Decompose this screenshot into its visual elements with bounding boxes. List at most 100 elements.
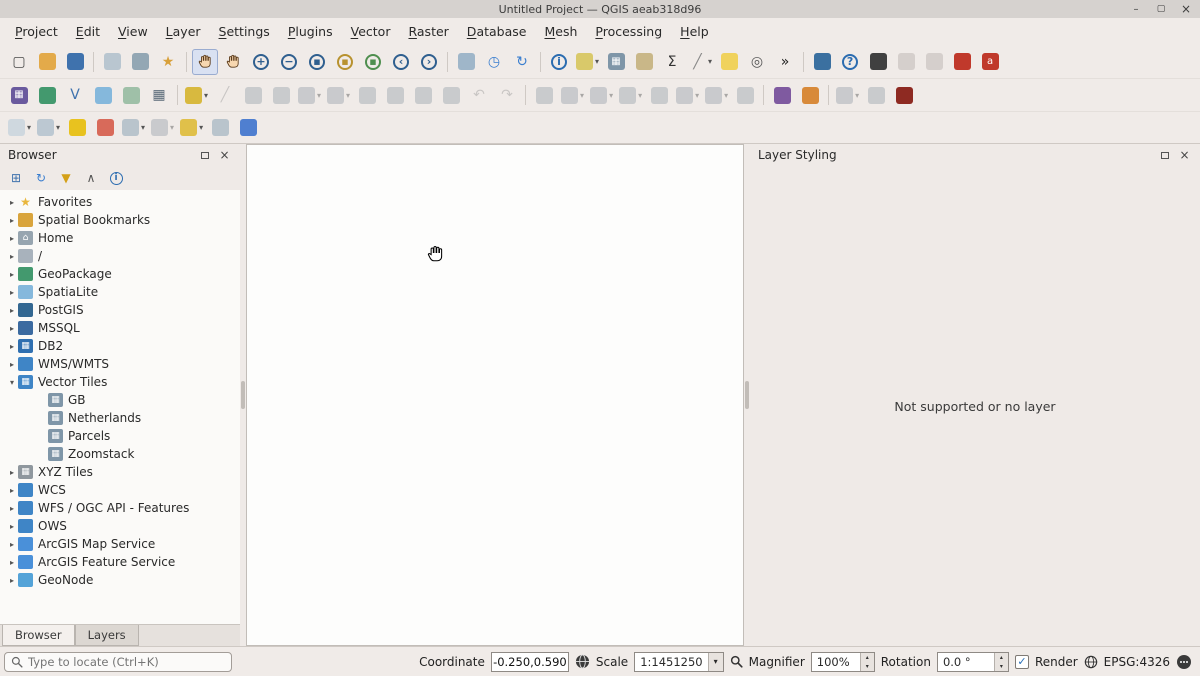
dropdown-arrow-icon[interactable] xyxy=(595,57,599,66)
dropdown-arrow-icon[interactable] xyxy=(141,123,145,132)
help-contents[interactable]: ? xyxy=(837,49,863,75)
reshape-features[interactable] xyxy=(531,82,557,108)
zoom-last[interactable]: ‹ xyxy=(388,49,414,75)
new-3d-map-view[interactable] xyxy=(453,49,479,75)
expand-arrow-icon[interactable]: ▸ xyxy=(6,558,18,567)
add-feature[interactable] xyxy=(268,82,294,108)
python-console[interactable] xyxy=(809,49,835,75)
dropdown-arrow-icon[interactable] xyxy=(346,91,350,100)
tree-item-gb[interactable]: ▦ GB xyxy=(0,391,240,409)
cut-features[interactable] xyxy=(382,82,408,108)
menu-item[interactable]: View xyxy=(109,21,157,42)
zoom-native-resolution[interactable]: ◎ xyxy=(744,49,770,75)
dropdown-arrow-icon[interactable] xyxy=(27,123,31,132)
style-manager[interactable]: ★ xyxy=(155,49,181,75)
rotate-feature[interactable] xyxy=(617,82,644,108)
new-shapefile-layer[interactable]: V xyxy=(62,82,88,108)
dropdown-arrow-icon[interactable] xyxy=(609,91,613,100)
new-virtual-layer[interactable]: ▦ xyxy=(146,82,172,108)
zoom-out[interactable]: − xyxy=(276,49,302,75)
close-panel-icon[interactable] xyxy=(1177,148,1192,163)
crs-button[interactable]: EPSG:4326 xyxy=(1104,655,1170,669)
vertex-tool[interactable] xyxy=(296,82,323,108)
dropdown-arrow-icon[interactable] xyxy=(724,91,728,100)
trim-extend[interactable] xyxy=(732,82,758,108)
tree-item-wfs[interactable]: ▸ WFS / OGC API - Features xyxy=(0,499,240,517)
paste-features[interactable] xyxy=(438,82,464,108)
rotation-value[interactable]: 0.0 ° xyxy=(938,655,994,669)
rotation-spinbox[interactable]: 0.0 ° xyxy=(937,652,1009,672)
new-mesh-layer[interactable] xyxy=(118,82,144,108)
scale-dropdown-icon[interactable] xyxy=(708,653,723,671)
locate-search-box[interactable] xyxy=(4,652,232,672)
flag-plugin[interactable] xyxy=(769,82,795,108)
simplify-feature[interactable] xyxy=(646,82,672,108)
menu-item[interactable]: Layer xyxy=(157,21,210,42)
menu-item[interactable]: Help xyxy=(671,21,718,42)
zoom-to-layer[interactable]: ▪ xyxy=(360,49,386,75)
measure-line[interactable]: ╱ xyxy=(687,49,714,75)
open-data-source-manager[interactable]: ▦ xyxy=(6,82,32,108)
spin-up-icon[interactable] xyxy=(861,653,874,662)
expand-arrow-icon[interactable]: ▸ xyxy=(6,360,18,369)
map-tips[interactable] xyxy=(716,49,742,75)
tree-item-home[interactable]: ▸ ⌂ Home xyxy=(0,229,240,247)
topology-plugin[interactable] xyxy=(891,82,917,108)
close-button[interactable] xyxy=(1180,2,1192,16)
maximize-button[interactable] xyxy=(1155,2,1167,16)
tree-item-spatial-bookmarks[interactable]: ▸ Spatial Bookmarks xyxy=(0,211,240,229)
tree-item-postgis[interactable]: ▸ PostGIS xyxy=(0,301,240,319)
menu-item[interactable]: Settings xyxy=(210,21,279,42)
vertex-editor-panel[interactable] xyxy=(834,82,861,108)
tree-item-wcs[interactable]: ▸ WCS xyxy=(0,481,240,499)
messages-button[interactable] xyxy=(1176,654,1192,670)
expand-arrow-icon[interactable]: ▸ xyxy=(6,576,18,585)
tree-item-wms-wmts[interactable]: ▸ WMS/WMTS xyxy=(0,355,240,373)
tree-item-root-folder[interactable]: ▸ / xyxy=(0,247,240,265)
toolbar-overflow[interactable]: » xyxy=(772,49,798,75)
tree-item-favorites[interactable]: ▸ ★ Favorites xyxy=(0,193,240,211)
show-layout-manager[interactable] xyxy=(127,49,153,75)
tab-layers[interactable]: Layers xyxy=(75,625,139,646)
expand-arrow-icon[interactable]: ▸ xyxy=(6,252,18,261)
redo[interactable]: ↷ xyxy=(494,82,520,108)
identify-features[interactable]: i xyxy=(546,49,572,75)
refresh-map[interactable]: ↻ xyxy=(509,49,535,75)
tree-item-spatialite[interactable]: ▸ SpatiaLite xyxy=(0,283,240,301)
expand-arrow-icon[interactable]: ▸ xyxy=(6,234,18,243)
current-edits[interactable] xyxy=(183,82,210,108)
tree-item-arcgis-map-service[interactable]: ▸ ArcGIS Map Service xyxy=(0,535,240,553)
map-canvas[interactable] xyxy=(246,144,744,646)
plugin-tool-1[interactable] xyxy=(893,49,919,75)
zoom-full[interactable]: ▪ xyxy=(304,49,330,75)
tree-item-geopackage[interactable]: ▸ GeoPackage xyxy=(0,265,240,283)
save-layer-edits[interactable] xyxy=(240,82,266,108)
expand-arrow-icon[interactable]: ▸ xyxy=(6,198,18,207)
tree-item-geonode[interactable]: ▸ GeoNode xyxy=(0,571,240,589)
statistical-summary[interactable]: Σ xyxy=(659,49,685,75)
new-spatialite-layer[interactable] xyxy=(90,82,116,108)
menu-item[interactable]: Database xyxy=(458,21,536,42)
new-project[interactable]: ▢ xyxy=(6,49,32,75)
orange-plugin[interactable] xyxy=(797,82,823,108)
spin-up-icon[interactable] xyxy=(995,653,1008,662)
tree-item-xyz-tiles[interactable]: ▸ ▦ XYZ Tiles xyxy=(0,463,240,481)
tree-item-vector-tiles[interactable]: ▾ ▦ Vector Tiles xyxy=(0,373,240,391)
float-panel-icon[interactable] xyxy=(1157,148,1172,163)
dropdown-arrow-icon[interactable] xyxy=(855,91,859,100)
expand-arrow-icon[interactable]: ▸ xyxy=(6,270,18,279)
new-geopackage-layer[interactable] xyxy=(34,82,60,108)
spin-down-icon[interactable] xyxy=(861,662,874,671)
pan-map[interactable] xyxy=(192,49,218,75)
layer-diagram-options[interactable] xyxy=(92,115,118,141)
filter-browser[interactable]: ▼ xyxy=(56,168,76,188)
float-panel-icon[interactable] xyxy=(197,148,212,163)
tree-item-parcels[interactable]: ▦ Parcels xyxy=(0,427,240,445)
zoom-in[interactable]: + xyxy=(248,49,274,75)
scale-value[interactable]: 1:1451250 xyxy=(635,655,707,669)
scale-combobox[interactable]: 1:1451250 xyxy=(634,652,723,672)
expand-arrow-icon[interactable]: ▸ xyxy=(6,486,18,495)
text-abc-plugin[interactable]: a xyxy=(977,49,1003,75)
menu-item[interactable]: Raster xyxy=(399,21,457,42)
expand-arrow-icon[interactable]: ▸ xyxy=(6,468,18,477)
